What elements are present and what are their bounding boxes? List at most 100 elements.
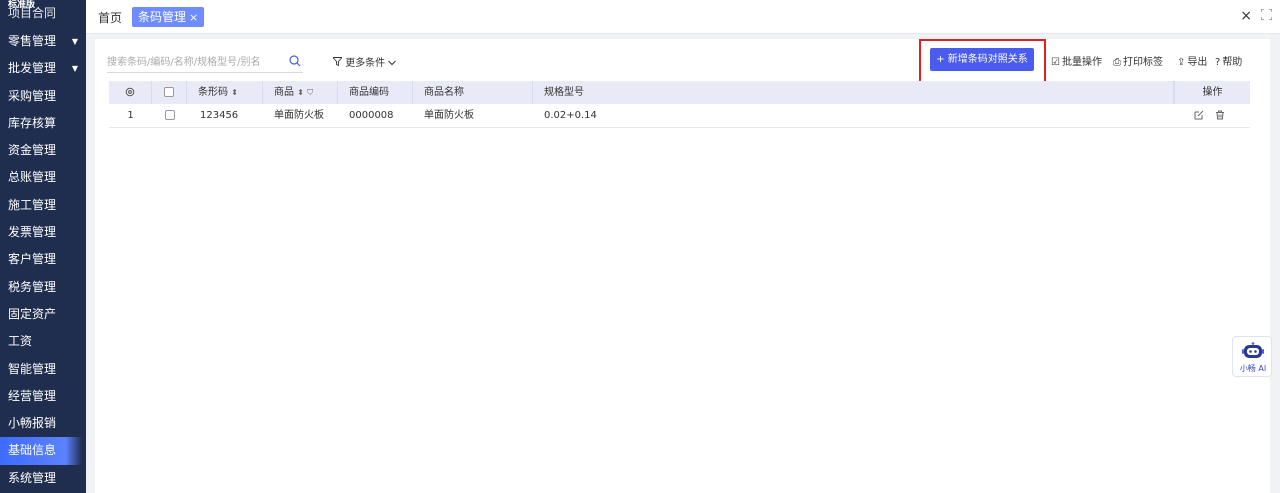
row-checkbox[interactable] [164,110,175,120]
select-all-checkbox[interactable] [164,87,174,97]
sidebar-item-label: 总账管理 [8,170,57,185]
sidebar-item-ledger[interactable]: 总账管理 [0,164,86,191]
cell-product-name: 单面防火板 [424,110,474,121]
sidebar-item-reimburse[interactable]: 小畅报销 [0,410,86,437]
sidebar-item-label: 工资 [8,334,33,349]
sidebar-item-smart[interactable]: 智能管理 [0,356,86,383]
cell-barcode: 123456 [200,110,239,121]
edit-icon[interactable] [1194,110,1204,121]
header-operations: 操作 [1174,81,1250,104]
sidebar-item-label: 采购管理 [8,88,57,103]
export-button[interactable]: ⇪ 导出 [1177,53,1207,68]
cell-product-code: 0000008 [349,110,394,121]
sidebar-item-label: 智能管理 [8,361,57,376]
row-actions [1194,104,1234,127]
header-barcode[interactable]: 条形码 ⬍ [187,81,263,104]
search-box [107,53,303,73]
search-icon[interactable] [289,55,301,67]
header-product[interactable]: 商品 ⬍ ⛉ [263,81,338,104]
header-label: 商品名称 [424,87,464,98]
sidebar-item-inventory[interactable]: 库存核算 [0,110,86,137]
sidebar-item-purchase[interactable]: 采购管理 [0,83,86,110]
robot-icon [1242,342,1264,358]
export-icon: ⇪ [1177,57,1186,68]
sidebar-item-label: 小畅报销 [8,416,57,431]
sidebar-item-basic-info[interactable]: 基础信息 [0,437,82,465]
cell-product: 单面防火板 [274,110,324,121]
sidebar-item-label: 库存核算 [8,115,57,130]
tab-bar: 首页 条码管理 × × [86,0,1280,34]
sidebar-item-label: 发票管理 [8,225,57,240]
header-spec: 规格型号 [533,81,1174,104]
ai-assistant-button[interactable]: 小畅 AI [1232,336,1272,377]
sidebar-item-label: 系统管理 [8,470,57,485]
help-label: 帮助 [1222,57,1243,68]
row-index: 1 [127,110,134,121]
table-row[interactable]: 1 123456 单面防火板 0000008 单面防火板 0.02+0.14 [109,104,1250,128]
edit-square-icon: ☑ [1051,57,1060,68]
filter-icon [332,57,343,69]
more-conditions-filter[interactable]: 更多条件 [332,54,397,69]
printer-icon: ⎙ [1113,57,1121,68]
sidebar-item-label: 基础信息 [8,443,57,458]
sidebar-item-label: 客户管理 [8,252,57,267]
header-label: 规格型号 [544,87,584,98]
select-all-checkbox-cell [152,81,187,104]
print-label-button[interactable]: ⎙ 打印标签 [1113,53,1163,68]
header-label: 商品编码 [349,87,389,98]
header-product-name: 商品名称 [413,81,533,104]
add-barcode-mapping-button[interactable]: + 新增条码对照关系 [930,48,1034,71]
chevron-down-icon [388,58,397,69]
caret-down-icon: ▼ [71,64,78,74]
barcode-table: 条形码 ⬍ 商品 ⬍ ⛉ 商品编码 商品名称 规格型号 操作 1 123456 … [109,81,1250,128]
search-input[interactable] [107,53,277,71]
sidebar-menu: 零售管理 ▼ 批发管理 ▼ 采购管理 库存核算 资金管理 总账管理 施工管理 发票管… [0,28,86,492]
batch-label: 批量操作 [1061,57,1102,68]
sidebar-item-label: 资金管理 [8,143,57,158]
more-conditions-label: 更多条件 [345,58,386,69]
sidebar: 标准版 项目合同 零售管理 ▼ 批发管理 ▼ 采购管理 库存核算 资金管理 总账管理… [0,0,86,493]
sidebar-item-project-contract[interactable]: 项目合同 [8,6,56,20]
caret-down-icon: ▼ [71,37,78,46]
row-checkbox-cell [152,104,187,127]
delete-icon[interactable] [1215,110,1225,121]
sidebar-item-label: 零售管理 [8,34,57,48]
filter-icon[interactable]: ⛉ [307,88,313,97]
sidebar-item-system[interactable]: 系统管理 [0,465,86,492]
header-label: 条形码 [198,87,228,98]
sidebar-item-operations[interactable]: 经营管理 [0,383,86,410]
sort-icon[interactable]: ⬍ [297,88,304,97]
print-label: 打印标签 [1123,57,1163,68]
header-label: 商品 [274,87,294,98]
batch-operation-button[interactable]: ☑ 批量操作 [1051,53,1102,68]
column-settings-icon[interactable] [109,81,152,104]
main-content: 更多条件 + 新增条码对照关系 ☑批量操作 ⎙打印标签 ⇪导出 ?帮助 条形码 … [95,39,1270,493]
sidebar-item-wholesale[interactable]: 批发管理 ▼ [0,55,86,82]
sidebar-item-funds[interactable]: 资金管理 [0,137,86,164]
sidebar-item-retail[interactable]: 零售管理 ▼ [0,28,86,55]
header-label: 操作 [1202,87,1223,98]
cell-spec: 0.02+0.14 [544,110,597,121]
sidebar-item-invoice[interactable]: 发票管理 [0,219,86,246]
sidebar-item-fixed-assets[interactable]: 固定资产 [0,301,86,328]
table-header: 条形码 ⬍ 商品 ⬍ ⛉ 商品编码 商品名称 规格型号 操作 [109,81,1250,104]
help-icon: ? [1215,57,1221,68]
sidebar-item-customer[interactable]: 客户管理 [0,246,86,273]
sort-icon[interactable]: ⬍ [231,88,238,97]
help-button[interactable]: ? 帮助 [1215,53,1242,68]
ai-assistant-label: 小畅 AI [1239,364,1267,373]
sidebar-item-construction[interactable]: 施工管理 [0,192,86,219]
fullscreen-icon[interactable] [1260,8,1273,23]
header-product-code: 商品编码 [338,81,413,104]
close-tab-icon[interactable]: × [189,11,198,24]
sidebar-item-label: 税务管理 [8,279,57,294]
close-all-icon[interactable]: × [1240,8,1252,24]
export-label: 导出 [1187,57,1208,68]
sidebar-item-label: 批发管理 [8,61,57,76]
tab-barcode-management[interactable]: 条码管理 × [132,7,205,27]
tab-home[interactable]: 首页 [98,9,122,26]
sidebar-item-tax[interactable]: 税务管理 [0,274,86,301]
sidebar-item-salary[interactable]: 工资 [0,328,86,355]
tab-label: 条码管理 [138,10,187,24]
sidebar-item-label: 经营管理 [8,388,57,403]
